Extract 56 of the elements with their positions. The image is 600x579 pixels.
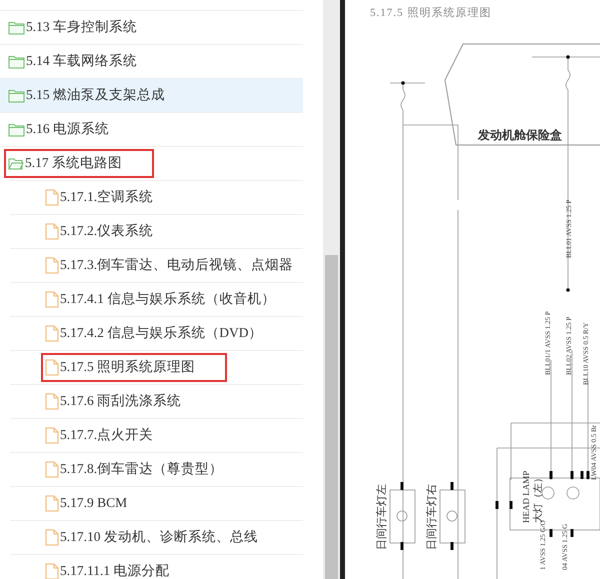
tree-item-label: 5.17.9 BCM	[60, 494, 128, 512]
document-icon	[45, 325, 59, 342]
tree-item[interactable]: 5.13 车身控制系统	[0, 10, 303, 44]
tree-item-label: 5.17.3.倒车雷达、电动后视镜、点烟器	[60, 256, 294, 274]
tree-item-label: 5.17.2.仪表系统	[60, 222, 154, 240]
folder-icon	[8, 88, 25, 102]
tree-item[interactable]: 5.17.11.1 电源分配	[10, 554, 303, 579]
tree-item-label: 5.17.4.1 信息与娱乐系统（收音机）	[60, 290, 276, 308]
folder-icon	[8, 20, 25, 34]
tree-item[interactable]: 5.17.2.仪表系统	[10, 214, 303, 248]
tree-item-label: 5.17.4.2 信息与娱乐系统（DVD）	[60, 324, 262, 342]
tree-item-label: 5.17.7.点火开关	[60, 426, 154, 444]
lamp-label: 日间行车灯右	[426, 484, 438, 550]
tree-item-label: 5.13 车身控制系统	[26, 18, 137, 36]
tree-item[interactable]: 5.17.1.空调系统	[10, 180, 303, 214]
document-icon	[45, 461, 59, 478]
fuse-box-label: 发动机舱保险盒	[478, 128, 562, 142]
tree-item[interactable]: 5.15 燃油泵及支架总成	[0, 78, 303, 112]
tree-item[interactable]: 5.17.8.倒车雷达（尊贵型）	[10, 452, 303, 486]
tree-item[interactable]: 5.16 电源系统	[0, 112, 303, 146]
document-icon	[45, 257, 59, 274]
tree-item-label: 5.17.1.空调系统	[60, 188, 154, 206]
document-icon	[45, 189, 59, 206]
lamp-label: 日间行车灯左	[376, 484, 388, 550]
folder-icon	[8, 122, 25, 136]
tree-item[interactable]: 5.17.10 发动机、诊断系统、总线	[10, 520, 303, 554]
document-icon	[45, 427, 59, 444]
document-icon	[45, 291, 59, 308]
tree-item[interactable]: 5.17 系统电路图	[0, 146, 303, 180]
scrollbar-thumb[interactable]	[325, 255, 338, 579]
tree-item[interactable]: 5.17.9 BCM	[10, 486, 303, 520]
tree-item-label: 5.14 车载网络系统	[26, 52, 137, 70]
tree-item-label: 5.17 系统电路图	[25, 154, 122, 172]
document-icon	[45, 393, 59, 410]
open-folder-icon	[8, 156, 24, 170]
tree-item[interactable]: 5.17.7.点火开关	[10, 418, 303, 452]
tree-item-label: 5.17.5 照明系统原理图	[60, 358, 196, 376]
tree-item-label: 5.17.8.倒车雷达（尊贵型）	[60, 460, 224, 478]
tree-item[interactable]: 5.17.5 照明系统原理图	[10, 350, 303, 384]
tree-item-label: 5.15 燃油泵及支架总成	[26, 86, 165, 104]
tree-item-label: 5.17.6 雨刮洗涤系统	[60, 392, 182, 410]
tree-item-label: 5.17.11.1 电源分配	[60, 562, 170, 579]
head-lamp-label: HEAD LAMP	[521, 470, 531, 523]
tree-item[interactable]: 5.17.4.2 信息与娱乐系统（DVD）	[10, 316, 303, 350]
document-icon	[45, 359, 59, 376]
tree-item[interactable]: 5.17.6 雨刮洗涤系统	[10, 384, 303, 418]
tree-item-label: 5.17.10 发动机、诊断系统、总线	[60, 528, 258, 546]
scrollbar-track[interactable]	[323, 0, 340, 579]
folder-icon	[8, 54, 25, 68]
tree-item[interactable]: 5.17.4.1 信息与娱乐系统（收音机）	[10, 282, 303, 316]
document-icon	[45, 223, 59, 240]
document-icon	[45, 529, 59, 546]
document-icon	[45, 495, 59, 512]
page-title: 5.17.5 照明系统原理图	[370, 7, 492, 19]
tree-item[interactable]: 5.17.3.倒车雷达、电动后视镜、点烟器	[10, 248, 303, 282]
tree-item-label: 5.16 电源系统	[26, 120, 109, 138]
